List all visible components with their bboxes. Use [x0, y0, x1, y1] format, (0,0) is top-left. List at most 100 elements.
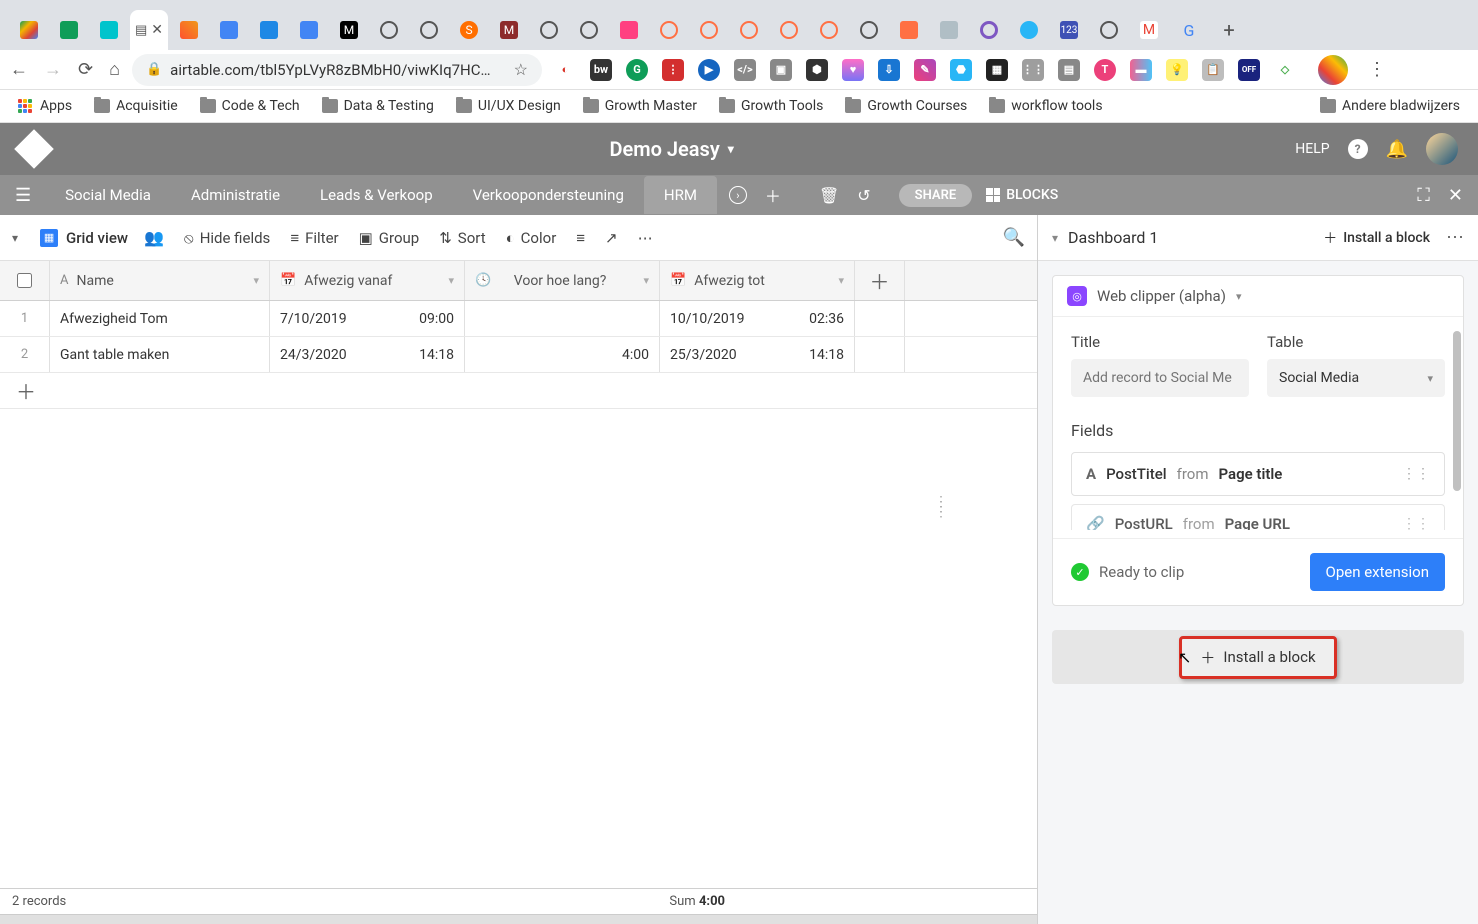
browser-tab[interactable]: [170, 10, 208, 50]
cell-duration[interactable]: 4:00: [465, 337, 660, 372]
user-avatar[interactable]: [1426, 133, 1458, 165]
extension-icon[interactable]: ◐: [554, 59, 576, 81]
search-icon[interactable]: 🔍: [1003, 227, 1025, 248]
extension-icon[interactable]: ⋮: [662, 59, 684, 81]
browser-menu-icon[interactable]: ⋮: [1368, 59, 1386, 80]
close-panel-icon[interactable]: ✕: [1448, 185, 1463, 206]
browser-tab[interactable]: [890, 10, 928, 50]
base-title[interactable]: Demo Jeasy ▾: [609, 137, 733, 161]
browser-tab-active[interactable]: ▤✕: [130, 10, 168, 50]
field-mapping-row[interactable]: A PostTitel from Page title ⋮⋮: [1071, 452, 1445, 496]
bookmark-star-icon[interactable]: ☆: [514, 60, 528, 79]
tab-close-icon[interactable]: ✕: [151, 22, 163, 38]
url-box[interactable]: 🔒 airtable.com/tbl5YpLVyR8zBMbH0/viwKIq7…: [132, 54, 542, 86]
extension-icon[interactable]: 💡: [1166, 59, 1188, 81]
bookmark-folder[interactable]: workflow tools: [989, 98, 1102, 114]
table-tab-active[interactable]: HRM: [644, 176, 717, 214]
cell-vanaf[interactable]: 24/3/202014:18: [270, 337, 465, 372]
browser-tab[interactable]: [90, 10, 128, 50]
cell-tot[interactable]: 10/10/201902:36: [660, 301, 855, 336]
column-header-afwezig-tot[interactable]: 📅Afwezig tot▾: [660, 261, 855, 300]
table-row[interactable]: 1 Afwezigheid Tom 7/10/201909:00 10/10/2…: [0, 301, 1037, 337]
expand-icon[interactable]: ⛶: [1417, 185, 1430, 206]
extension-icon[interactable]: ♥: [842, 59, 864, 81]
extension-icon[interactable]: ⇩: [878, 59, 900, 81]
browser-tab[interactable]: [970, 10, 1008, 50]
panel-resize-handle[interactable]: ⋮⋮⋮: [934, 500, 948, 515]
extension-icon[interactable]: T: [1094, 59, 1116, 81]
browser-tab[interactable]: [930, 10, 968, 50]
cell-vanaf[interactable]: 7/10/201909:00: [270, 301, 465, 336]
column-header-name[interactable]: AName▾: [50, 261, 270, 300]
browser-tab[interactable]: [290, 10, 328, 50]
browser-tab[interactable]: [850, 10, 888, 50]
browser-tab[interactable]: [690, 10, 728, 50]
cell-name[interactable]: Gant table maken: [50, 337, 270, 372]
more-icon[interactable]: ⋯: [638, 229, 653, 247]
dashboard-more-icon[interactable]: ⋯: [1446, 227, 1464, 248]
color-button[interactable]: ◐Color: [506, 229, 557, 247]
browser-tab[interactable]: [370, 10, 408, 50]
extension-icon[interactable]: G: [626, 59, 648, 81]
blocks-button[interactable]: BLOCKS: [986, 187, 1058, 203]
extension-icon[interactable]: ▬: [1130, 59, 1152, 81]
title-input[interactable]: [1071, 359, 1249, 397]
drag-handle-icon[interactable]: ⋮⋮: [1402, 516, 1430, 531]
add-table-icon[interactable]: ＋: [765, 183, 781, 207]
block-header[interactable]: ◎ Web clipper (alpha) ▾: [1053, 276, 1463, 316]
collaborators-icon[interactable]: 👥: [144, 228, 164, 247]
browser-tab[interactable]: [530, 10, 568, 50]
share-button[interactable]: SHARE: [899, 184, 973, 207]
browser-tab[interactable]: [570, 10, 608, 50]
dashboard-menu-chevron-icon[interactable]: ▾: [1052, 231, 1058, 245]
table-tab[interactable]: Leads & Verkoop: [300, 176, 453, 214]
home-button[interactable]: ⌂: [109, 59, 120, 80]
extension-icon[interactable]: ◇: [1274, 59, 1296, 81]
extension-icon[interactable]: ▣: [770, 59, 792, 81]
browser-tab[interactable]: [770, 10, 808, 50]
extension-icon[interactable]: OFF: [1238, 59, 1260, 81]
extension-icon[interactable]: bw: [590, 59, 612, 81]
browser-tab[interactable]: [650, 10, 688, 50]
field-mapping-row[interactable]: 🔗 PostURL from Page URL ⋮⋮: [1071, 504, 1445, 530]
open-extension-button[interactable]: Open extension: [1310, 553, 1445, 591]
row-height-icon[interactable]: ≡: [576, 229, 585, 247]
forward-button[interactable]: →: [44, 59, 62, 80]
view-switcher[interactable]: ▦ Grid view 👥: [40, 228, 164, 247]
browser-tab[interactable]: [730, 10, 768, 50]
table-tab[interactable]: Social Media: [45, 176, 171, 214]
extension-icon[interactable]: </>: [734, 59, 756, 81]
bookmark-folder[interactable]: UI/UX Design: [456, 98, 561, 114]
add-column-button[interactable]: ＋: [855, 261, 905, 300]
browser-tab[interactable]: [410, 10, 448, 50]
extension-icon[interactable]: ⬣: [950, 59, 972, 81]
browser-tab[interactable]: [1090, 10, 1128, 50]
horizontal-scrollbar[interactable]: [0, 914, 1037, 924]
extension-icon[interactable]: ⬢: [806, 59, 828, 81]
cell-tot[interactable]: 25/3/202014:18: [660, 337, 855, 372]
add-row-button[interactable]: ＋: [0, 373, 1037, 409]
browser-tab[interactable]: [210, 10, 248, 50]
filter-button[interactable]: ≡Filter: [290, 229, 338, 247]
browser-tab[interactable]: [1010, 10, 1048, 50]
dashboard-name[interactable]: Dashboard 1: [1068, 228, 1158, 247]
select-all-checkbox[interactable]: [0, 261, 50, 300]
reload-button[interactable]: ⟳: [78, 59, 93, 80]
cell-duration[interactable]: [465, 301, 660, 336]
extension-icon[interactable]: ▶: [698, 59, 720, 81]
browser-tab[interactable]: [610, 10, 648, 50]
hide-fields-button[interactable]: ⦸Hide fields: [184, 229, 270, 247]
extension-icon[interactable]: ⋮⋮: [1022, 59, 1044, 81]
help-link[interactable]: HELP: [1295, 141, 1329, 157]
block-scrollbar[interactable]: [1453, 331, 1461, 491]
table-select[interactable]: Social Media▾: [1267, 359, 1445, 397]
sort-button[interactable]: ⇅Sort: [439, 229, 485, 247]
table-tab[interactable]: Verkoopondersteuning: [453, 176, 644, 214]
other-bookmarks[interactable]: Andere bladwijzers: [1320, 98, 1460, 114]
browser-tab[interactable]: G: [1170, 10, 1208, 50]
browser-tab[interactable]: [10, 10, 48, 50]
browser-tab[interactable]: S: [450, 10, 488, 50]
browser-tab[interactable]: M: [490, 10, 528, 50]
browser-tab[interactable]: 123: [1050, 10, 1088, 50]
notifications-icon[interactable]: 🔔: [1386, 139, 1408, 160]
